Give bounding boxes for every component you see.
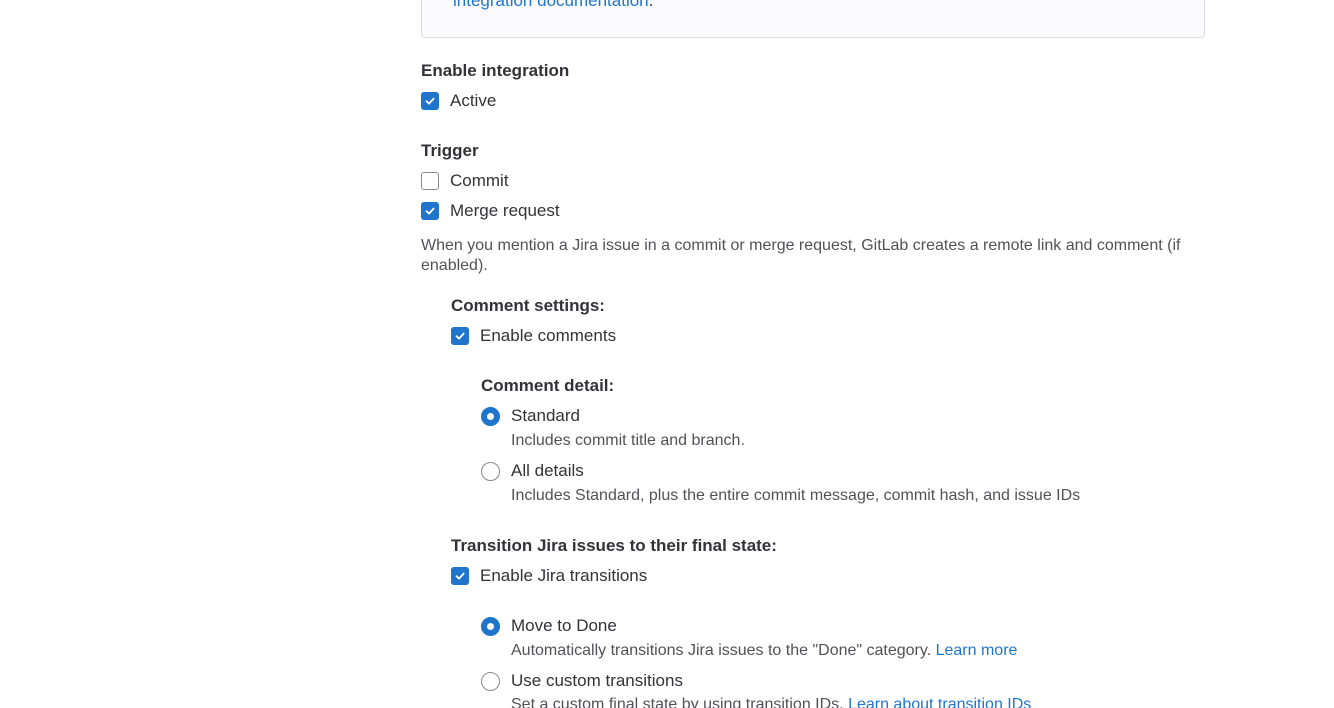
enable-transitions-checkbox[interactable] [451, 567, 469, 585]
commit-checkbox-row[interactable]: Commit [421, 170, 509, 192]
custom-transitions-radio[interactable] [481, 671, 500, 691]
comment-detail-heading: Comment detail: [481, 376, 615, 395]
check-icon [425, 207, 435, 215]
enable-transitions-checkbox-row[interactable]: Enable Jira transitions [451, 565, 647, 587]
radio-dot [487, 412, 494, 420]
info-box-suffix: . [648, 0, 654, 10]
merge-request-checkbox-row[interactable]: Merge request [421, 200, 560, 222]
standard-label: Standard [511, 406, 580, 425]
check-icon [425, 97, 435, 105]
integration-info-box: integration documentation. [421, 0, 1205, 38]
standard-help-text: Includes commit title and branch. [511, 432, 745, 449]
commit-label: Commit [450, 171, 509, 190]
trigger-help-text: When you mention a Jira issue in a commi… [421, 237, 1181, 274]
all-details-help-text: Includes Standard, plus the entire commi… [511, 487, 1081, 504]
comment-settings-heading: Comment settings: [451, 296, 605, 315]
merge-request-checkbox[interactable] [421, 202, 439, 220]
check-icon [455, 332, 465, 340]
all-details-radio-row[interactable]: All details [481, 460, 584, 482]
custom-transitions-help: Set a custom final state by using transi… [511, 695, 1031, 708]
active-checkbox[interactable] [421, 92, 439, 110]
move-to-done-label: Move to Done [511, 616, 617, 635]
custom-transitions-help-text: Set a custom final state by using transi… [511, 696, 844, 708]
standard-radio[interactable] [481, 406, 500, 426]
move-to-done-help-text: Automatically transitions Jira issues to… [511, 642, 932, 659]
enable-comments-checkbox[interactable] [451, 327, 469, 345]
active-label: Active [450, 91, 497, 110]
info-box-text: integration documentation. [453, 0, 653, 12]
enable-integration-heading: Enable integration [421, 61, 570, 80]
jira-integration-settings: integration documentation. Enable integr… [0, 0, 1334, 708]
custom-transitions-label: Use custom transitions [511, 671, 683, 690]
active-checkbox-row[interactable]: Active [421, 90, 496, 112]
radio-dot [487, 622, 494, 630]
all-details-radio[interactable] [481, 461, 500, 481]
standard-radio-row[interactable]: Standard [481, 405, 580, 427]
commit-checkbox[interactable] [421, 172, 439, 190]
learn-about-transition-ids-link[interactable]: Learn about transition IDs [848, 696, 1031, 708]
enable-comments-checkbox-row[interactable]: Enable comments [451, 325, 616, 347]
enable-comments-label: Enable comments [480, 326, 617, 345]
learn-more-link[interactable]: Learn more [936, 642, 1018, 659]
trigger-heading: Trigger [421, 141, 479, 160]
move-to-done-radio-row[interactable]: Move to Done [481, 615, 617, 637]
merge-request-label: Merge request [450, 201, 560, 220]
move-to-done-help: Automatically transitions Jira issues to… [511, 641, 1017, 661]
check-icon [455, 572, 465, 580]
custom-transitions-radio-row[interactable]: Use custom transitions [481, 670, 683, 692]
all-details-label: All details [511, 461, 584, 480]
move-to-done-radio[interactable] [481, 616, 500, 636]
integration-documentation-link[interactable]: integration documentation [453, 0, 649, 10]
enable-transitions-label: Enable Jira transitions [480, 566, 648, 585]
transitions-heading: Transition Jira issues to their final st… [451, 536, 777, 555]
